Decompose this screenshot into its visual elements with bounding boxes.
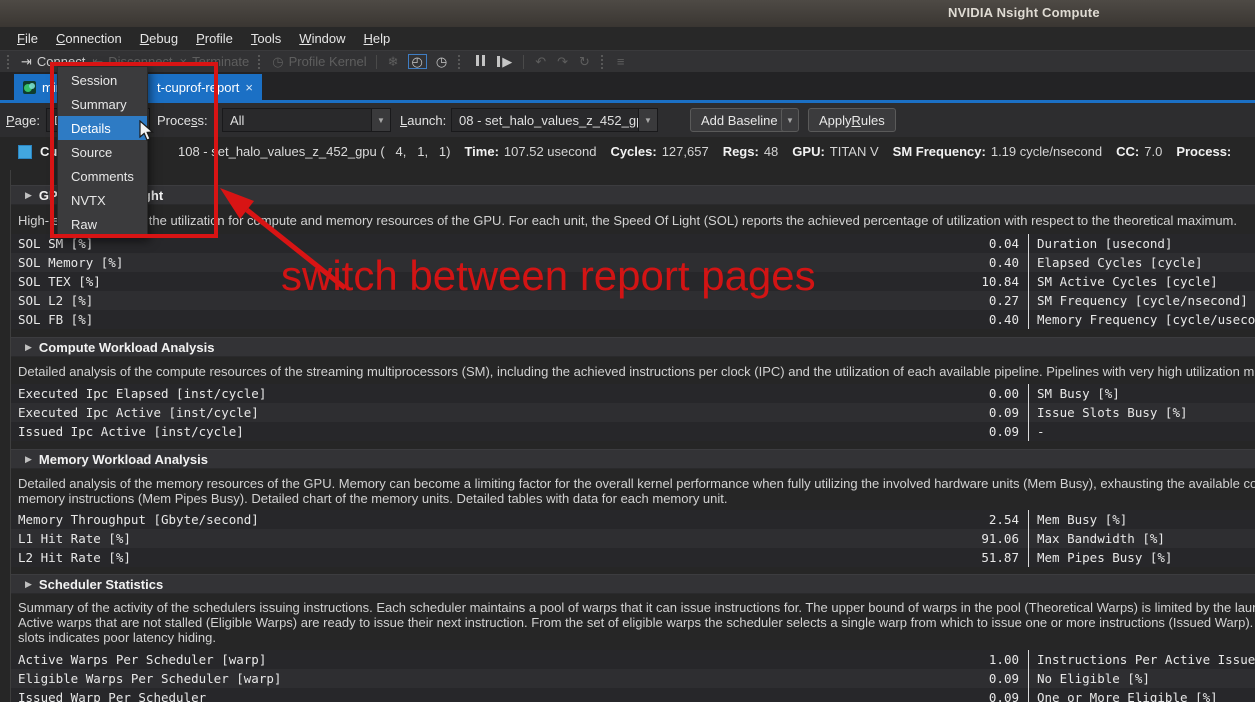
toolbar-grip[interactable] bbox=[258, 55, 263, 69]
metric-row: Issued Ipc Active [inst/cycle] 0.09 - bbox=[11, 422, 1255, 441]
kernel-checkbox[interactable] bbox=[18, 145, 32, 159]
menubar-item[interactable]: Profile bbox=[187, 29, 242, 48]
profile-kernel-button: ◷ Profile Kernel bbox=[272, 54, 366, 69]
menu-bar: File Connection Debug Profile Tools Wind… bbox=[0, 27, 1255, 50]
section-header-memory[interactable]: ▶ Memory Workload Analysis bbox=[11, 449, 1255, 469]
section-title: Compute Workload Analysis bbox=[39, 340, 215, 355]
metric-table-scheduler: Active Warps Per Scheduler [warp] 1.00 I… bbox=[11, 650, 1255, 702]
window-title: NVIDIA Nsight Compute bbox=[948, 5, 1100, 20]
metric-row: Executed Ipc Elapsed [inst/cycle] 0.00 S… bbox=[11, 384, 1255, 403]
page-label: Page: bbox=[6, 113, 40, 128]
kernel-stat: Cycles: 127,657 bbox=[610, 144, 708, 159]
resume-icon[interactable]: ▶ bbox=[495, 54, 514, 69]
menubar-item[interactable]: Tools bbox=[242, 29, 290, 48]
app-window: NVIDIA Nsight Compute File Connection De… bbox=[0, 0, 1255, 702]
toolbar-grip[interactable] bbox=[7, 55, 12, 69]
add-baseline-button[interactable]: Add Baseline bbox=[690, 108, 789, 132]
toolbar-separator bbox=[376, 55, 377, 69]
launch-label: Launch: bbox=[400, 113, 446, 128]
pause-icon[interactable] bbox=[472, 54, 488, 69]
profile-series-icon[interactable]: ◷ bbox=[434, 54, 449, 69]
title-bar: NVIDIA Nsight Compute bbox=[0, 0, 1255, 28]
metric-row: Memory Throughput [Gbyte/second] 2.54 Me… bbox=[11, 510, 1255, 529]
section-desc: Detailed analysis of the memory resource… bbox=[18, 476, 1255, 506]
connect-icon: ⇥ bbox=[21, 55, 32, 68]
kernel-stat-list: Time: 107.52 usecond Cycles: 127,657 Reg… bbox=[464, 144, 1236, 159]
kernel-stat: GPU: TITAN V bbox=[792, 144, 878, 159]
kernel-stats: 108 - set_halo_values_z_452_gpu ( 4, 1, … bbox=[178, 144, 1236, 159]
process-select[interactable]: All ▼ bbox=[222, 108, 391, 132]
menubar-item[interactable]: Debug bbox=[131, 29, 187, 48]
step-over-icon: ↷ bbox=[555, 54, 570, 69]
menubar-item[interactable]: Window bbox=[290, 29, 354, 48]
profile-auto-icon[interactable]: ◴ bbox=[408, 54, 427, 69]
menubar-item[interactable]: Help bbox=[355, 29, 400, 48]
kernel-stat: Process: bbox=[1176, 144, 1236, 159]
add-baseline-dropdown[interactable]: ▼ bbox=[781, 108, 799, 132]
apply-rules-button[interactable]: Apply Rules bbox=[808, 108, 896, 132]
kernel-name: 108 - set_halo_values_z_452_gpu ( 4, 1, … bbox=[178, 144, 450, 159]
collapse-arrow-icon: ▶ bbox=[25, 579, 32, 590]
metric-row: Executed Ipc Active [inst/cycle] 0.09 Is… bbox=[11, 403, 1255, 422]
section-title: Memory Workload Analysis bbox=[39, 452, 208, 467]
collapse-arrow-icon: ▶ bbox=[25, 342, 32, 353]
menubar-item[interactable]: Connection bbox=[47, 29, 131, 48]
section-title: Scheduler Statistics bbox=[39, 577, 163, 592]
menubar-item[interactable]: File bbox=[8, 29, 47, 48]
annotation-rectangle bbox=[50, 62, 218, 238]
metric-row: L2 Hit Rate [%] 51.87 Mem Pipes Busy [%] bbox=[11, 548, 1255, 567]
section-header-compute[interactable]: ▶ Compute Workload Analysis bbox=[11, 337, 1255, 357]
collapse-arrow-icon: ▶ bbox=[25, 454, 32, 465]
metric-row: Active Warps Per Scheduler [warp] 1.00 I… bbox=[11, 650, 1255, 669]
metric-row: Issued Warp Per Scheduler 0.09 One or Mo… bbox=[11, 688, 1255, 702]
kernel-stat: Regs: 48 bbox=[723, 144, 779, 159]
kernel-stat: SM Frequency: 1.19 cycle/nsecond bbox=[893, 144, 1102, 159]
metric-table-memory: Memory Throughput [Gbyte/second] 2.54 Me… bbox=[11, 510, 1255, 567]
metric-row: SOL FB [%] 0.40 Memory Frequency [cycle/… bbox=[11, 310, 1255, 329]
next-trigger-icon: ≡ bbox=[615, 54, 627, 69]
chevron-down-icon: ▼ bbox=[371, 109, 390, 131]
step-out-icon: ↻ bbox=[577, 54, 592, 69]
metric-row: Eligible Warps Per Scheduler [warp] 0.09… bbox=[11, 669, 1255, 688]
metric-table-compute: Executed Ipc Elapsed [inst/cycle] 0.00 S… bbox=[11, 384, 1255, 441]
section-desc: Summary of the activity of the scheduler… bbox=[18, 600, 1255, 645]
step-in-icon: ↶ bbox=[533, 54, 548, 69]
profile-kernel-icon: ◷ bbox=[272, 55, 283, 68]
nsight-icon bbox=[23, 81, 36, 94]
section-header-scheduler[interactable]: ▶ Scheduler Statistics bbox=[11, 574, 1255, 594]
section-desc: Detailed analysis of the compute resourc… bbox=[18, 364, 1255, 379]
freeze-api-icon: ❄ bbox=[386, 54, 401, 69]
metric-row: L1 Hit Rate [%] 91.06 Max Bandwidth [%] bbox=[11, 529, 1255, 548]
chevron-down-icon: ▼ bbox=[638, 109, 657, 131]
toolbar-grip[interactable] bbox=[601, 55, 606, 69]
toolbar-grip[interactable] bbox=[458, 55, 463, 69]
annotation-text: switch between report pages bbox=[281, 252, 816, 300]
kernel-stat: Time: 107.52 usecond bbox=[464, 144, 596, 159]
toolbar-separator bbox=[523, 55, 524, 69]
kernel-stat: CC: 7.0 bbox=[1116, 144, 1162, 159]
launch-select[interactable]: 08 - set_halo_values_z_452_gpu ▼ bbox=[451, 108, 658, 132]
collapse-arrow-icon: ▶ bbox=[25, 190, 32, 201]
tab-close-icon[interactable]: × bbox=[245, 80, 253, 95]
